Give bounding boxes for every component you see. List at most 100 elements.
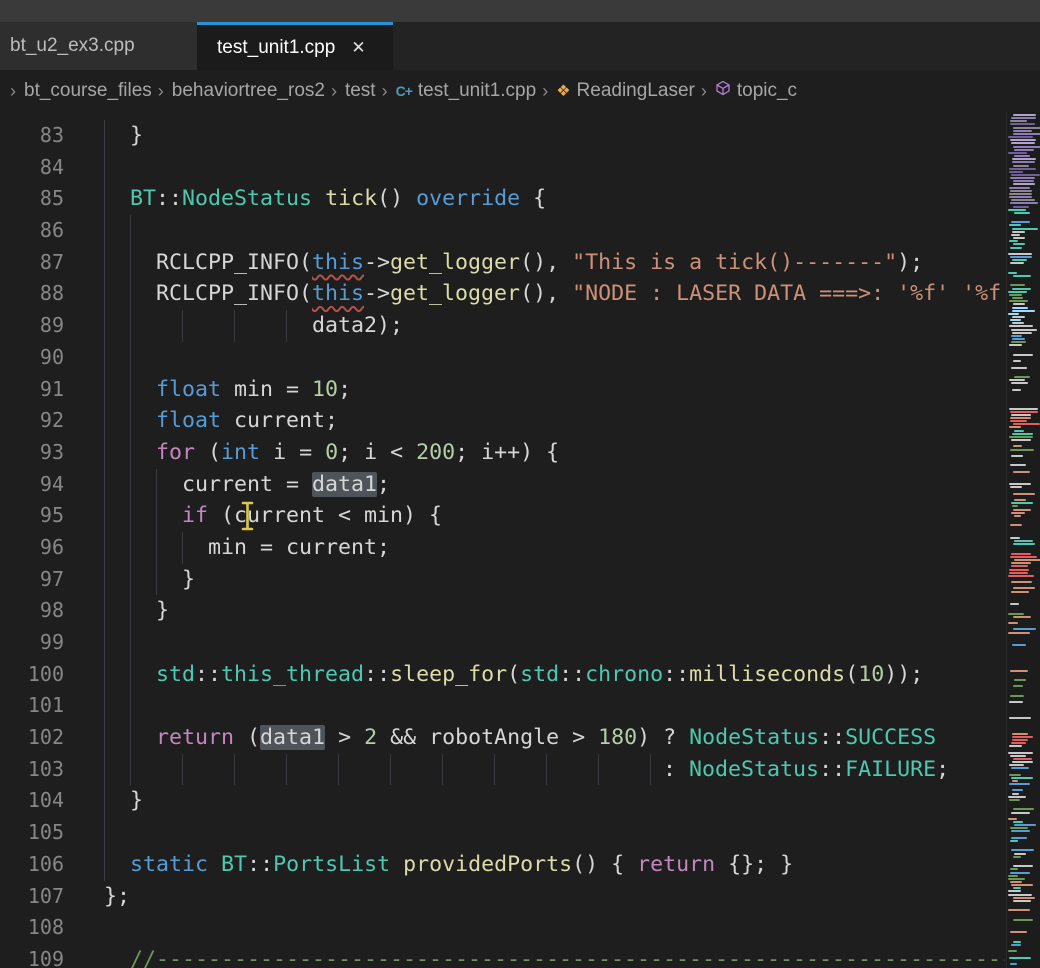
symbol-cube-icon — [715, 80, 731, 102]
minimap-row — [1011, 742, 1026, 744]
gutter-line-number[interactable]: 92 — [0, 405, 64, 437]
minimap-row — [1009, 187, 1030, 189]
minimap-row — [1009, 344, 1022, 346]
gutter-line-number[interactable]: 108 — [0, 912, 64, 944]
code-line-content[interactable]: RCLCPP_INFO(this->get_logger(), "This is… — [104, 247, 1005, 279]
code-line-content[interactable]: float current; — [104, 405, 1005, 437]
gutter-line-number[interactable]: 84 — [0, 152, 64, 184]
breadcrumb-item-bt-course-files[interactable]: ›bt_course_files — [10, 80, 152, 102]
gutter-line-number[interactable]: 106 — [0, 849, 64, 881]
code-line-content[interactable] — [104, 912, 1005, 944]
gutter-line-number[interactable]: 107 — [0, 881, 64, 913]
code-line-content[interactable]: static BT::PortsList providedPorts() { r… — [104, 849, 1005, 881]
code-line-content[interactable]: current = data1; — [104, 469, 1005, 501]
gutter-line-number[interactable]: 95 — [0, 500, 64, 532]
minimap-row — [1007, 370, 1040, 372]
breadcrumb-item-topic-c[interactable]: ›topic_c — [701, 80, 797, 102]
gutter-line-number[interactable]: 104 — [0, 785, 64, 817]
minimap-row — [1010, 603, 1019, 605]
gutter-line-number[interactable]: 97 — [0, 564, 64, 596]
gutter-line-number[interactable]: 94 — [0, 469, 64, 501]
gutter-line-number[interactable]: 100 — [0, 659, 64, 691]
code-line-content[interactable]: } — [104, 120, 1005, 152]
gutter-line-number[interactable]: 85 — [0, 183, 64, 215]
breadcrumb-item-readinglaser[interactable]: ›❖ReadingLaser — [542, 80, 695, 102]
code-line-content[interactable] — [104, 342, 1005, 374]
code-token: :: — [247, 852, 273, 877]
code-line-content[interactable]: for (int i = 0; i < 200; i++) { — [104, 437, 1005, 469]
code-line-content[interactable]: }; — [104, 881, 1005, 913]
minimap-row — [1014, 149, 1035, 151]
minimap-row — [1007, 521, 1040, 523]
minimap-row — [1009, 572, 1027, 574]
code-token: -> — [364, 281, 390, 306]
minimap-row — [1008, 632, 1030, 634]
minimap-row — [1007, 398, 1040, 400]
code-line: 92 float current; — [0, 405, 1005, 437]
code-line-content[interactable] — [104, 817, 1005, 849]
gutter-line-number[interactable]: 93 — [0, 437, 64, 469]
code-line-content[interactable] — [104, 152, 1005, 184]
class-icon: ❖ — [556, 81, 570, 101]
code-token: std — [156, 662, 195, 687]
minimap-row — [1007, 269, 1040, 271]
code-line-content[interactable]: } — [104, 595, 1005, 627]
code-line-content[interactable]: data2); — [104, 310, 1005, 342]
tab-bt-u2-ex3-cpp[interactable]: bt_u2_ex3.cpp — [0, 22, 197, 70]
tab-close-icon[interactable]: ✕ — [351, 38, 365, 58]
gutter-line-number[interactable]: 101 — [0, 690, 64, 722]
code-line-content[interactable]: BT::NodeStatus tick() override { — [104, 183, 1005, 215]
code-line-content[interactable]: //--------------------------------------… — [104, 944, 1005, 968]
code-line-content[interactable]: return (data1 > 2 && robotAngle > 180) ?… — [104, 722, 1005, 754]
code-token: (), — [520, 281, 572, 306]
gutter-line-number[interactable]: 96 — [0, 532, 64, 564]
gutter-line-number[interactable]: 90 — [0, 342, 64, 374]
code-token: tick — [325, 186, 377, 211]
breadcrumb-item-test-unit1-cpp[interactable]: ›C+test_unit1.cpp — [382, 80, 537, 102]
minimap-row — [1008, 253, 1032, 255]
code-line-content[interactable] — [104, 690, 1005, 722]
gutter-line-number[interactable]: 99 — [0, 627, 64, 659]
indent-guide — [156, 532, 157, 564]
gutter-line-number[interactable]: 109 — [0, 944, 64, 968]
minimap-row — [1009, 196, 1033, 198]
code-line-content[interactable]: if (current < min) { — [104, 500, 1005, 532]
minimap-row — [1012, 288, 1031, 290]
gutter-line-number[interactable]: 86 — [0, 215, 64, 247]
tab-label: test_unit1.cpp — [217, 37, 335, 59]
breadcrumb-item-behaviortree-ros2[interactable]: ›behaviortree_ros2 — [158, 80, 325, 102]
gutter-line-number[interactable]: 105 — [0, 817, 64, 849]
code-line-content[interactable]: } — [104, 785, 1005, 817]
code-line-content[interactable] — [104, 627, 1005, 659]
minimap-row — [1007, 594, 1040, 596]
minimap-row — [1007, 960, 1040, 962]
code-token: } — [104, 598, 169, 623]
code-line-content[interactable]: : NodeStatus::FAILURE; — [104, 754, 1005, 786]
minimap-row — [1007, 373, 1040, 375]
gutter-line-number[interactable]: 103 — [0, 754, 64, 786]
minimap-row — [1007, 546, 1040, 548]
gutter-line-number[interactable]: 88 — [0, 278, 64, 310]
gutter-line-number[interactable]: 102 — [0, 722, 64, 754]
gutter-line-number[interactable]: 98 — [0, 595, 64, 627]
gutter-line-number[interactable]: 91 — [0, 374, 64, 406]
minimap-row — [1007, 711, 1040, 713]
gutter-line-number[interactable]: 83 — [0, 120, 64, 152]
breadcrumb-item-test[interactable]: ›test — [331, 80, 376, 102]
code-line-content[interactable]: min = current; — [104, 532, 1005, 564]
minimap-row — [1007, 676, 1040, 678]
indent-guide — [130, 595, 131, 627]
code-line-content[interactable]: std::this_thread::sleep_for(std::chrono:… — [104, 659, 1005, 691]
minimap-row — [1008, 291, 1027, 293]
code-line-content[interactable]: RCLCPP_INFO(this->get_logger(), "NODE : … — [104, 278, 1005, 310]
breadcrumb-label: topic_c — [737, 80, 797, 102]
code-line-content[interactable]: float min = 10; — [104, 374, 1005, 406]
tab-test-unit1-cpp[interactable]: test_unit1.cpp ✕ — [197, 22, 393, 70]
code-editor[interactable]: 83 }8485 BT::NodeStatus tick() override … — [0, 112, 1040, 968]
code-area[interactable]: 83 }8485 BT::NodeStatus tick() override … — [0, 112, 1005, 968]
code-line-content[interactable]: } — [104, 564, 1005, 596]
gutter-line-number[interactable]: 89 — [0, 310, 64, 342]
gutter-line-number[interactable]: 87 — [0, 247, 64, 279]
minimap[interactable] — [1006, 112, 1040, 968]
code-line-content[interactable] — [104, 215, 1005, 247]
